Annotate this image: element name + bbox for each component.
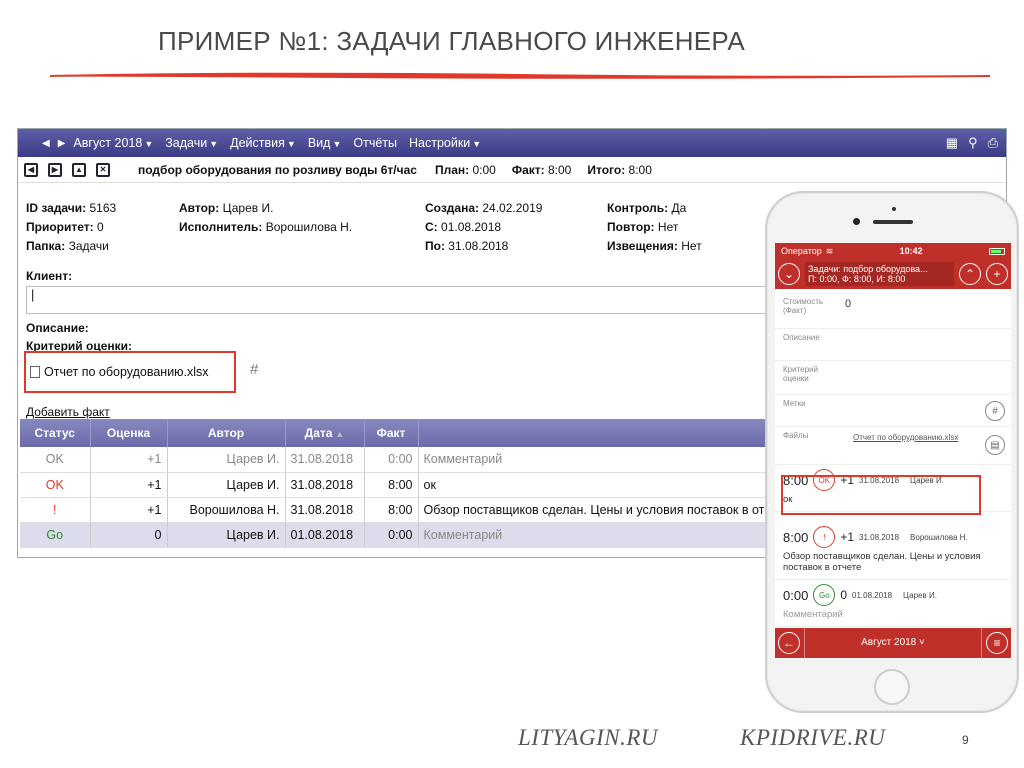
task-to: По: 31.08.2018 bbox=[425, 239, 509, 253]
plan-field: План: 0:00 bbox=[434, 162, 496, 177]
back-arrow-icon[interactable]: ← bbox=[778, 632, 800, 654]
phone-screen: Оператор ≋ 10:42 ⌄ Задачи: подбор оборуд… bbox=[775, 243, 1011, 658]
fact-field: Факт: 8:00 bbox=[511, 162, 572, 177]
toolbar-icons: ▦ ⚲ ⎙ bbox=[946, 135, 998, 151]
prev-month-button[interactable]: ◀ bbox=[42, 138, 50, 149]
hash-icon[interactable]: # bbox=[250, 361, 258, 378]
phone-mockup: Оператор ≋ 10:42 ⌄ Задачи: подбор оборуд… bbox=[765, 191, 1019, 713]
file-icon[interactable]: ▤ bbox=[985, 435, 1005, 455]
slide-title: ПРИМЕР №1: ЗАДАЧИ ГЛАВНОГО ИНЖЕНЕРА bbox=[158, 26, 745, 56]
task-from: С: 01.08.2018 bbox=[425, 220, 502, 234]
menu-view[interactable]: Вид ▼ bbox=[308, 136, 342, 150]
close-icon[interactable]: ✕ bbox=[96, 162, 110, 177]
hash-icon[interactable]: # bbox=[985, 401, 1005, 421]
total-field: Итого: 8:00 bbox=[587, 162, 652, 177]
print-icon[interactable]: ⎙ bbox=[988, 135, 998, 151]
next-month-button[interactable]: ▶ bbox=[58, 138, 66, 149]
task-folder: Папка: Задачи bbox=[26, 239, 109, 253]
chevron-down-icon: ▼ bbox=[286, 139, 296, 149]
description-label: Описание: bbox=[26, 321, 89, 335]
list-item[interactable]: 8:00 ! +1 31.08.2018 Ворошилова Н. Обзор… bbox=[775, 512, 1011, 580]
chevron-up-icon[interactable]: ⌃ bbox=[959, 263, 981, 285]
phone-file-link[interactable]: Отчет по оборудованию.xlsx bbox=[853, 433, 958, 442]
menu-reports[interactable]: Отчёты bbox=[353, 136, 397, 150]
task-executor: Исполнитель: Ворошилова Н. bbox=[179, 220, 353, 234]
file-name: Отчет по оборудованию.xlsx bbox=[44, 365, 209, 379]
phone-status-bar: Оператор ≋ 10:42 bbox=[775, 243, 1011, 259]
phone-speaker bbox=[873, 220, 913, 224]
col-author[interactable]: Автор bbox=[167, 419, 286, 447]
phone-sensor bbox=[892, 207, 896, 211]
phone-camera bbox=[853, 218, 860, 225]
client-label: Клиент: bbox=[26, 269, 73, 283]
col-fact[interactable]: Факт bbox=[364, 419, 419, 447]
menu-settings[interactable]: Настройки ▼ bbox=[409, 136, 481, 150]
grid-icon[interactable]: ▦ bbox=[946, 135, 958, 151]
files-highlight-box bbox=[781, 475, 981, 515]
chevron-down-icon: ▼ bbox=[472, 139, 482, 149]
task-notify: Извещения: Нет bbox=[607, 239, 702, 253]
phone-header-title: Задачи: подбор оборудова... П: 0:00, Ф: … bbox=[805, 262, 954, 286]
attached-file[interactable]: Отчет по оборудованию.xlsx bbox=[24, 351, 236, 393]
plus-icon[interactable]: + bbox=[986, 263, 1008, 285]
task-created: Создана: 24.02.2019 bbox=[425, 201, 543, 215]
phone-criterion-row[interactable]: Критерий оценки bbox=[775, 361, 1011, 395]
footer-site-left: LITYAGIN.RU bbox=[518, 725, 658, 750]
task-id: ID задачи: 5163 bbox=[26, 201, 117, 215]
status-badge: ! bbox=[813, 526, 836, 548]
client-input[interactable]: | bbox=[26, 286, 786, 314]
month-selector[interactable]: Август 2018 ▼ bbox=[73, 136, 153, 150]
battery-icon bbox=[989, 247, 1005, 255]
chevron-down-icon: ▼ bbox=[209, 139, 219, 149]
menu-bar: ◀ ▶ Август 2018 ▼ Задачи ▼ Действия ▼ Вид ▼ … bbox=[18, 129, 1006, 157]
phone-time: 10:42 bbox=[899, 246, 923, 256]
task-author: Автор: Царев И. bbox=[179, 201, 274, 215]
phone-files-row[interactable]: Файлы Отчет по оборудованию.xlsx ▤ bbox=[775, 427, 1011, 465]
phone-footer: ← Август 2018 ˅ ≡ bbox=[775, 628, 1011, 658]
col-score[interactable]: Оценка bbox=[90, 419, 168, 447]
task-toolbar: ◀ ▶ ▲ ✕ подбор оборудования по розливу в… bbox=[18, 157, 1006, 183]
file-icon bbox=[30, 366, 40, 378]
chevron-down-icon: ▼ bbox=[332, 139, 342, 149]
chevron-down-icon[interactable]: ⌄ bbox=[778, 263, 800, 285]
menu-tasks[interactable]: Задачи ▼ bbox=[165, 136, 218, 150]
first-record-icon[interactable]: ◀ bbox=[24, 162, 38, 177]
carrier: Оператор bbox=[781, 246, 822, 256]
phone-month-selector[interactable]: Август 2018 ˅ bbox=[804, 628, 982, 658]
footer-site-right: KPIDRIVE.RU bbox=[740, 725, 886, 750]
home-button[interactable] bbox=[874, 669, 910, 705]
task-repeat: Повтор: Нет bbox=[607, 220, 679, 234]
add-fact-link[interactable]: Добавить факт bbox=[26, 405, 110, 419]
col-status[interactable]: Статус bbox=[20, 419, 91, 447]
menu-icon[interactable]: ≡ bbox=[986, 632, 1008, 654]
task-control: Контроль: Да bbox=[607, 201, 687, 215]
menu-actions[interactable]: Действия ▼ bbox=[230, 136, 296, 150]
wifi-icon: ≋ bbox=[825, 245, 834, 256]
phone-tags-row[interactable]: Метки # bbox=[775, 395, 1011, 427]
next-record-icon[interactable]: ▶ bbox=[48, 162, 62, 177]
search-icon[interactable]: ⚲ bbox=[968, 135, 978, 151]
task-name: подбор оборудования по розливу воды 6т/ч… bbox=[138, 162, 417, 177]
sort-icon: ▲ bbox=[335, 429, 345, 439]
col-date[interactable]: Дата ▲ bbox=[285, 419, 365, 447]
red-brush-underline bbox=[50, 72, 990, 79]
list-item[interactable]: 0:00 Go 0 01.08.2018 Царев И. Комментари… bbox=[775, 580, 1011, 627]
chevron-down-icon: ▼ bbox=[144, 139, 154, 149]
up-record-icon[interactable]: ▲ bbox=[72, 162, 86, 177]
status-badge: Go bbox=[813, 584, 836, 606]
phone-app-header: ⌄ Задачи: подбор оборудова... П: 0:00, Ф… bbox=[775, 259, 1011, 289]
phone-cost-row: Стоимость (Факт) 0 bbox=[775, 289, 1011, 329]
task-priority: Приоритет: 0 bbox=[26, 220, 104, 234]
phone-description-row[interactable]: Описание bbox=[775, 329, 1011, 361]
page-number: 9 bbox=[962, 733, 969, 747]
